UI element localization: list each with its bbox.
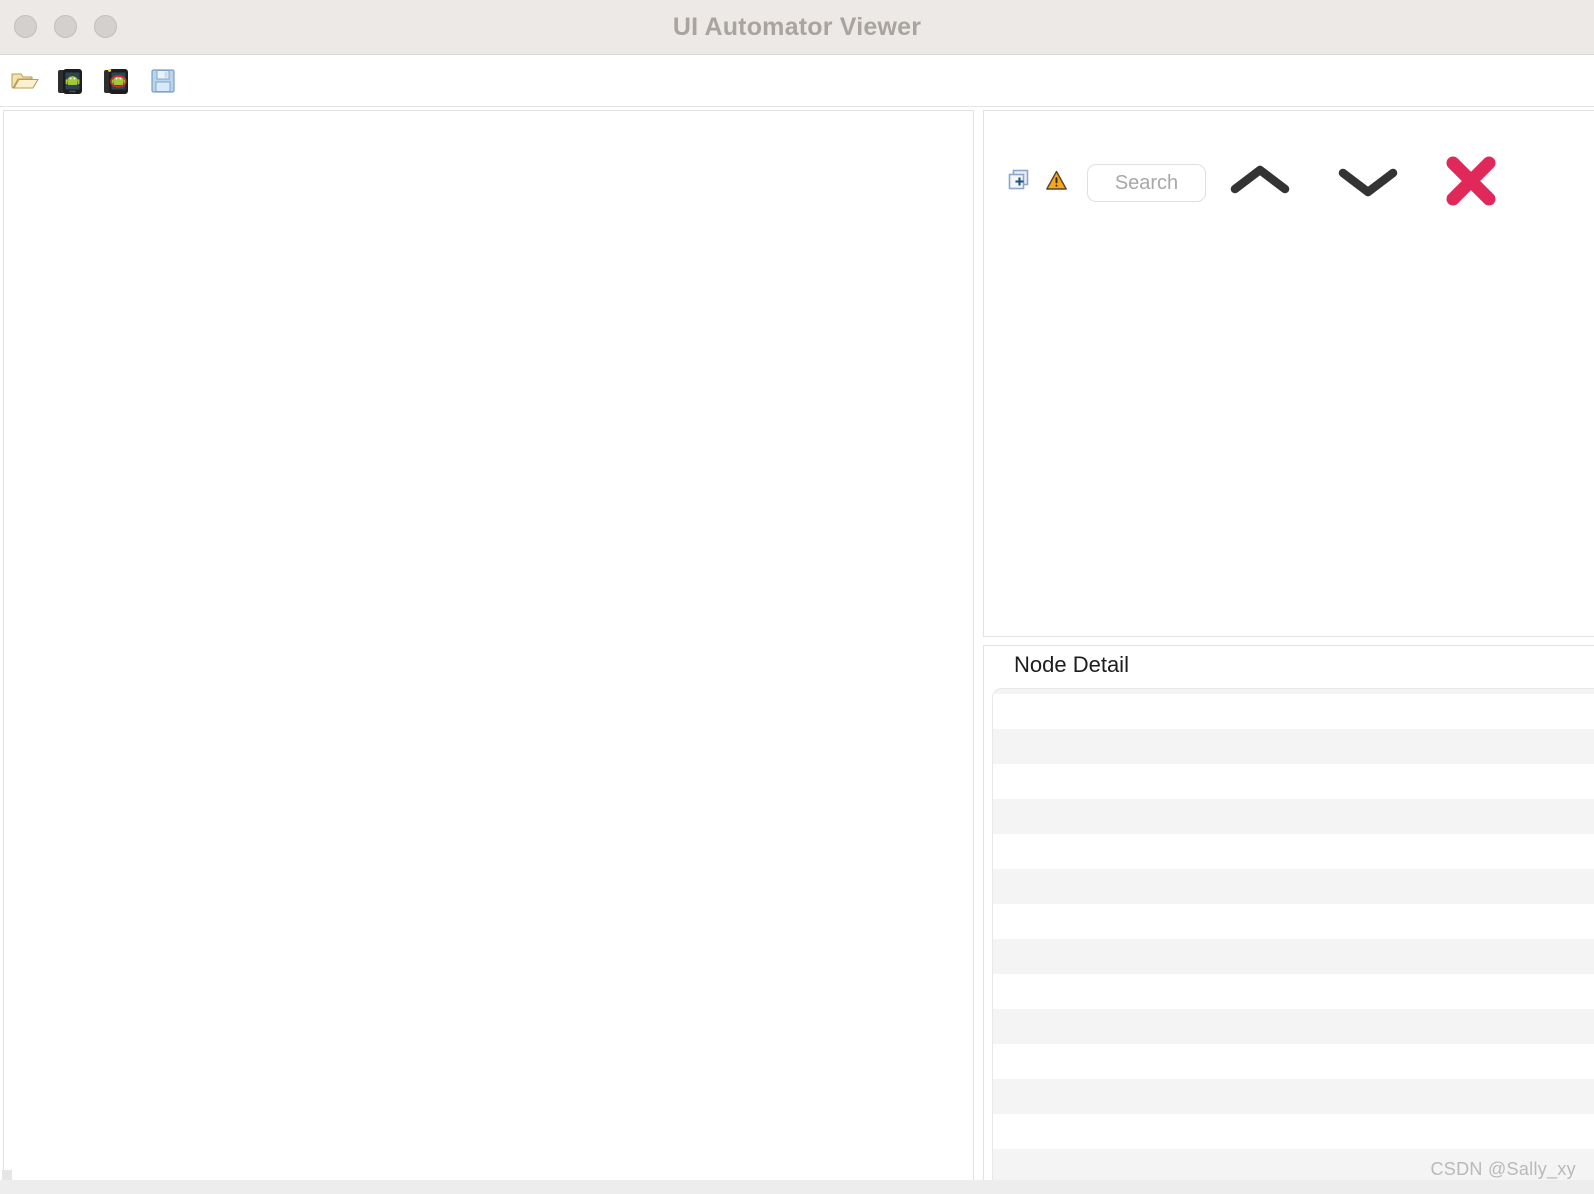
hierarchy-tree-panel[interactable] <box>983 110 1594 637</box>
device-screenshot-icon <box>55 65 87 97</box>
table-row[interactable] <box>993 1114 1594 1149</box>
close-search-button[interactable] <box>1436 152 1506 214</box>
warning-triangle-icon <box>1045 169 1068 197</box>
device-screenshot-compressed-icon <box>101 65 133 97</box>
search-input[interactable] <box>1087 164 1206 202</box>
page-title: UI Automator Viewer <box>672 13 922 41</box>
search-previous-button[interactable] <box>1220 156 1300 210</box>
search-next-button[interactable] <box>1328 156 1408 210</box>
table-row[interactable] <box>993 974 1594 1009</box>
search-toolbar <box>984 147 1594 219</box>
table-row[interactable] <box>993 1009 1594 1044</box>
watermark-text: CSDN @Sally_xy <box>1430 1159 1576 1179</box>
table-row[interactable] <box>993 869 1594 904</box>
node-detail-rows <box>993 694 1594 1184</box>
screenshot-canvas-panel[interactable] <box>3 110 974 1186</box>
node-detail-table[interactable] <box>992 688 1594 1193</box>
resize-grip[interactable] <box>2 1170 12 1180</box>
table-row[interactable] <box>993 834 1594 869</box>
table-row[interactable] <box>993 799 1594 834</box>
close-x-icon <box>1440 150 1502 217</box>
toggle-node-bounds-button[interactable] <box>999 163 1039 203</box>
table-row[interactable] <box>993 729 1594 764</box>
table-row[interactable] <box>993 764 1594 799</box>
device-screenshot-compressed-button[interactable] <box>98 62 136 100</box>
vertical-splitter[interactable] <box>975 107 983 1194</box>
table-row[interactable] <box>993 694 1594 729</box>
chevron-down-icon <box>1335 161 1401 206</box>
table-row[interactable] <box>993 1079 1594 1114</box>
show-warnings-button[interactable] <box>1039 163 1073 203</box>
main-content: Node Detail <box>0 107 1594 1194</box>
stacked-windows-plus-icon <box>1007 168 1032 198</box>
table-row[interactable] <box>993 939 1594 974</box>
table-row[interactable] <box>993 904 1594 939</box>
right-column: Node Detail <box>983 107 1594 1194</box>
node-detail-panel: Node Detail <box>983 645 1594 1194</box>
chevron-up-icon <box>1227 161 1293 206</box>
device-screenshot-button[interactable] <box>52 62 90 100</box>
table-row[interactable] <box>993 1044 1594 1079</box>
open-folder-icon <box>10 66 40 96</box>
window-bottom-strip <box>0 1180 1594 1194</box>
save-button[interactable] <box>144 62 182 100</box>
open-folder-button[interactable] <box>6 62 44 100</box>
main-toolbar <box>0 56 1594 107</box>
window-titlebar: UI Automator Viewer <box>0 0 1594 55</box>
save-floppy-icon <box>149 67 177 95</box>
node-detail-title: Node Detail <box>1009 652 1134 678</box>
